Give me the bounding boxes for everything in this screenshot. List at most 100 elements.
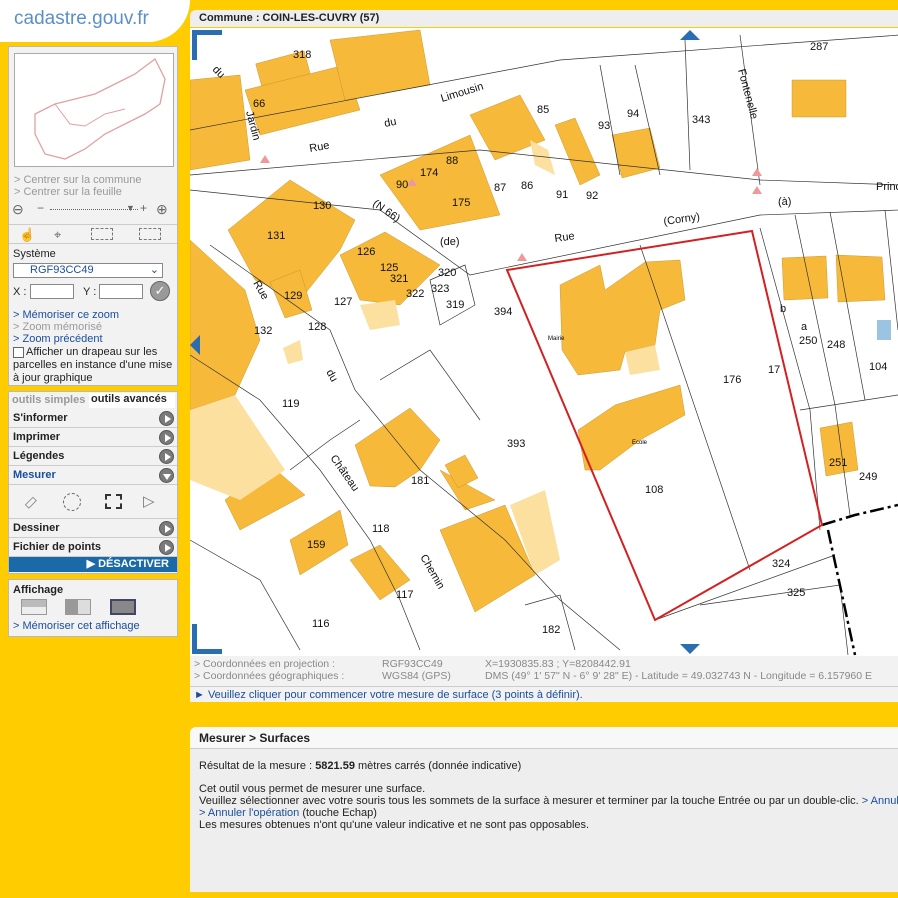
parcel-number: 91 [556,189,568,201]
arrow-right-icon [159,521,174,536]
parcel-number: 325 [787,587,805,599]
coordinates-bar: > Coordonnées en projection : RGF93CC49 … [190,656,898,686]
circle-measure-icon[interactable] [63,493,81,511]
site-logo[interactable]: cadastre.gouv.fr [0,0,190,42]
arrow-right-icon [159,449,174,464]
angle-measure-icon[interactable]: ▷ [143,492,155,510]
memorise-display-link[interactable]: > Mémoriser cet affichage [13,620,140,632]
validate-check-icon[interactable]: ✓ [150,281,170,301]
tool-inform[interactable]: S'informer [9,409,177,428]
parcel-number: 93 [598,120,610,132]
parcel-number: 322 [406,288,424,300]
system-value: RGF93CC49 [30,264,94,276]
pan-down-arrow[interactable] [680,644,700,654]
parcel-number: 127 [334,296,352,308]
map-tools-bar: ☝ ⌖ [9,224,177,244]
cancel-operation-link[interactable]: > Annuler l'opération [199,807,299,819]
parcel-number: 248 [827,339,845,351]
hand-pan-icon[interactable]: ☝ [19,227,35,243]
center-commune-link[interactable]: > Centrer sur la commune [14,174,174,186]
zoom-memorised-link[interactable]: > Zoom mémorisé [13,321,173,333]
street-label: Limousin [439,81,485,105]
tool-points-file[interactable]: Fichier de points [9,538,177,557]
parcel-number: 319 [446,299,464,311]
tool-inform-label: S'informer [13,412,68,424]
tool-print[interactable]: Imprimer [9,428,177,447]
display-mode-3[interactable] [110,599,136,615]
tool-measure[interactable]: Mesurer [9,466,177,485]
x-input[interactable] [30,284,74,299]
display-mode-2[interactable] [65,599,91,615]
parcel-number: 92 [586,190,598,202]
geo-value: DMS (49° 1' 57" N - 6° 9' 28" E) - Latit… [485,670,873,682]
plus-icon[interactable]: + [140,201,147,215]
tab-simple-tools[interactable]: outils simples [9,394,89,408]
map-corner [192,30,222,60]
y-input[interactable] [99,284,143,299]
building [329,29,431,101]
crosshair-icon[interactable]: ⌖ [54,227,61,243]
parcel-number: 394 [494,306,512,318]
commune-title: Commune : COIN-LES-CUVRY (57) [190,10,898,27]
cancel-link-inline[interactable]: > Annul [862,795,898,807]
parcel-number: 324 [772,558,790,570]
flag-checkbox[interactable] [13,346,24,358]
tool-legends[interactable]: Légendes [9,447,177,466]
slider-handle[interactable]: ▼ [126,203,135,213]
cancel-suffix: (touche Echap) [302,807,377,819]
ecole-building [577,384,686,471]
parcel-number: 176 [723,374,741,386]
memorise-zoom-link[interactable]: > Mémoriser ce zoom [13,309,173,321]
parcel-number: 90 [396,179,408,191]
cadastral-map[interactable]: du Jardin Rue du Limousin (N 66) (de) Ru… [190,28,898,656]
street-label: (à) [778,196,791,208]
pan-up-arrow[interactable] [680,30,700,40]
survey-marker [752,168,762,176]
street-label: Rue [554,230,576,245]
parcel-line [684,39,691,171]
parcel-number: 117 [396,589,414,601]
surface-measure-icon[interactable] [105,494,122,509]
parcel-number: 88 [446,155,458,167]
zoom-box-icon[interactable] [91,228,113,240]
parcel-line [829,211,866,401]
tab-advanced-tools[interactable]: outils avancés [89,393,175,408]
measure-tools: ▭ ▷ [9,485,177,519]
measure-result: Résultat de la mesure : 5821.59 mètres c… [190,760,898,772]
building [791,79,847,118]
zoom-out-icon[interactable]: ⊖ [12,201,24,218]
minus-icon[interactable]: − [37,201,44,215]
parcel-number: 126 [357,246,375,258]
mairie-label: Mairie [548,336,565,342]
help-line-4: Les mesures obtenues n'ont qu'une valeur… [199,819,590,831]
x-label: X : [13,286,27,298]
sidebar: > Centrer sur la commune > Centrer sur l… [8,46,178,642]
display-mode-1[interactable] [21,599,47,615]
deactivate-label: DÉSACTIVER [98,558,169,570]
proj-label: > Coordonnées en projection : [194,658,335,670]
parcel-number: 249 [859,471,877,483]
system-label: Système [13,248,56,260]
deactivate-button[interactable]: ▶ DÉSACTIVER [9,557,177,572]
center-sheet-link[interactable]: > Centrer sur la feuille [14,186,174,198]
parcel-number: 175 [452,197,470,209]
street-label: du [383,116,397,130]
system-select[interactable]: RGF93CC49 ⌄ [13,263,163,278]
building-annex [283,340,303,364]
zoom-in-icon[interactable]: ⊕ [156,201,168,218]
parcel-line [190,539,301,651]
memorise-display-label: > Mémoriser cet affichage [13,620,140,632]
parcel-number: 104 [869,361,887,373]
ecole-label: Ecole [632,440,648,446]
tool-draw[interactable]: Dessiner [9,519,177,538]
parcel-number: 116 [312,618,330,630]
mairie-building [559,259,686,376]
overview-map[interactable] [14,53,174,167]
tool-measure-label: Mesurer [13,469,56,481]
ruler-icon[interactable]: ▭ [19,491,41,513]
zoom-slider[interactable]: ⊖ − ▼ + ⊕ [12,201,174,219]
street-label: (Corny) [663,211,701,228]
parcel-number: 323 [431,283,449,295]
zoom-previous-link[interactable]: > Zoom précédent [13,333,173,345]
zoom-extent-icon[interactable] [139,228,161,240]
